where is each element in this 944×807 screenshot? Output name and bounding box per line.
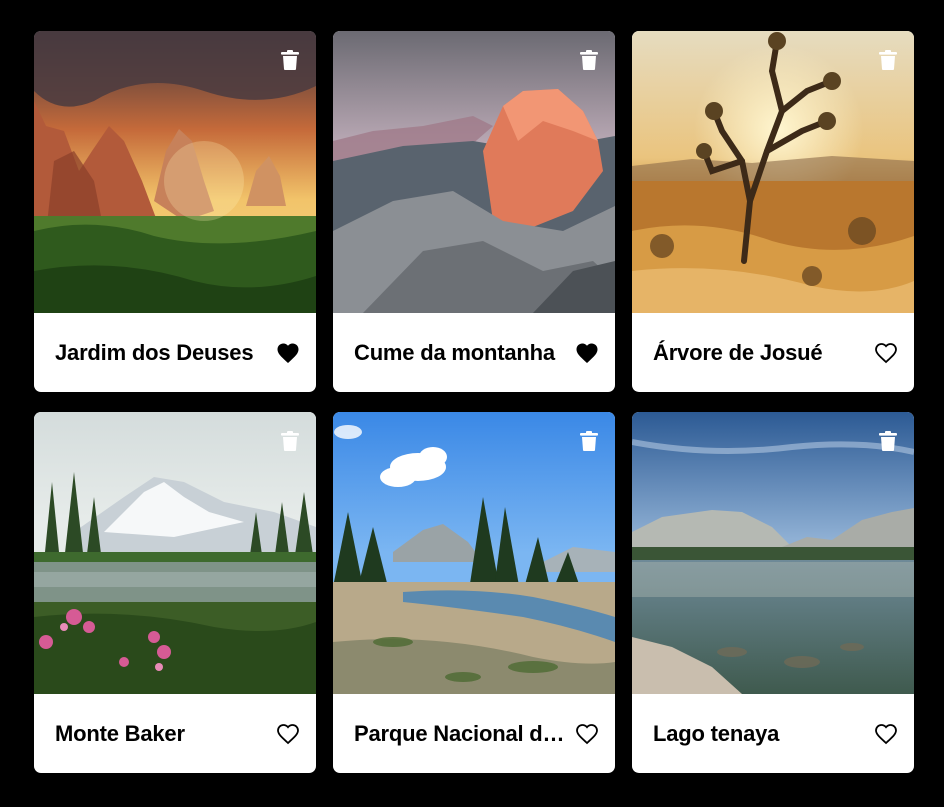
card-title: Cume da montanha (354, 339, 555, 365)
landscape-photo (333, 412, 615, 694)
heart-filled-icon[interactable] (276, 342, 300, 364)
card-title: Parque Nacional de Yosemite (354, 720, 569, 746)
trash-icon[interactable] (580, 50, 598, 70)
trash-icon[interactable] (879, 50, 897, 70)
card-photo (34, 31, 316, 313)
photo-grid: Jardim dos Deuses Cume da montanha Árvor… (34, 31, 914, 773)
card-footer: Árvore de Josué (632, 313, 914, 392)
card-footer: Cume da montanha (333, 313, 615, 392)
card-footer: Lago tenaya (632, 694, 914, 773)
heart-outline-icon[interactable] (276, 723, 300, 745)
card-footer: Jardim dos Deuses (34, 313, 316, 392)
landscape-photo (34, 412, 316, 694)
photo-card[interactable]: Parque Nacional de Yosemite (333, 412, 615, 773)
card-photo (333, 31, 615, 313)
landscape-photo (632, 31, 914, 313)
trash-icon[interactable] (281, 50, 299, 70)
card-footer: Parque Nacional de Yosemite (333, 694, 615, 773)
card-photo (34, 412, 316, 694)
landscape-photo (333, 31, 615, 313)
card-photo (632, 412, 914, 694)
card-photo (333, 412, 615, 694)
card-photo (632, 31, 914, 313)
heart-outline-icon[interactable] (874, 342, 898, 364)
trash-icon[interactable] (281, 431, 299, 451)
landscape-photo (632, 412, 914, 694)
heart-outline-icon[interactable] (874, 723, 898, 745)
photo-card[interactable]: Árvore de Josué (632, 31, 914, 392)
card-footer: Monte Baker (34, 694, 316, 773)
card-title: Jardim dos Deuses (55, 339, 254, 365)
photo-card[interactable]: Jardim dos Deuses (34, 31, 316, 392)
heart-filled-icon[interactable] (575, 342, 599, 364)
card-title: Lago tenaya (653, 720, 780, 746)
trash-icon[interactable] (879, 431, 897, 451)
landscape-photo (34, 31, 316, 313)
heart-outline-icon[interactable] (575, 723, 599, 745)
photo-card[interactable]: Monte Baker (34, 412, 316, 773)
card-title: Monte Baker (55, 720, 185, 746)
photo-card[interactable]: Cume da montanha (333, 31, 615, 392)
card-title: Árvore de Josué (653, 339, 823, 365)
trash-icon[interactable] (580, 431, 598, 451)
photo-card[interactable]: Lago tenaya (632, 412, 914, 773)
